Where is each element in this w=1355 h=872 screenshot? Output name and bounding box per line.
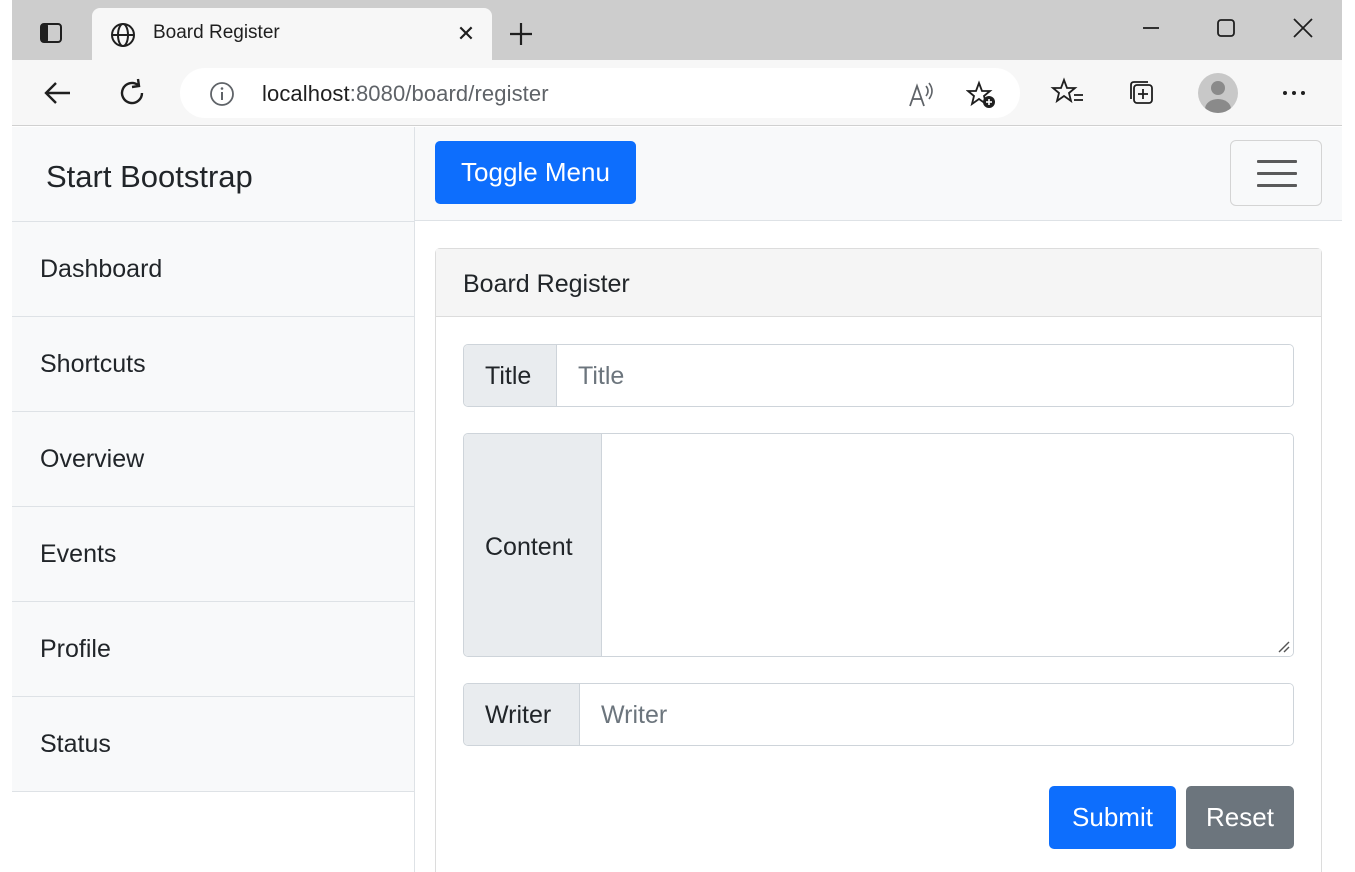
board-register-card: Board Register Title Title Content Write… bbox=[435, 248, 1322, 872]
sidebar-item-status[interactable]: Status bbox=[12, 697, 414, 792]
submit-button[interactable]: Submit bbox=[1049, 786, 1176, 849]
tab-title: Board Register bbox=[153, 22, 280, 43]
reload-icon[interactable] bbox=[114, 75, 150, 111]
tab-bar: Board Register ✕ bbox=[12, 0, 1342, 64]
sidebar-item-shortcuts[interactable]: Shortcuts bbox=[12, 317, 414, 412]
top-navbar: Toggle Menu bbox=[415, 127, 1342, 221]
sidebar-heading: Start Bootstrap bbox=[12, 127, 414, 222]
title-input-group: Title Title bbox=[463, 344, 1294, 407]
browser-tab[interactable]: Board Register ✕ bbox=[92, 8, 492, 64]
content-textarea[interactable] bbox=[602, 434, 1293, 656]
maximize-icon[interactable] bbox=[1212, 14, 1240, 42]
collections-icon[interactable] bbox=[1124, 75, 1160, 111]
page: Start Bootstrap Dashboard Shortcuts Over… bbox=[12, 127, 1342, 872]
card-header: Board Register bbox=[436, 249, 1321, 317]
tab-actions-icon[interactable] bbox=[38, 20, 64, 46]
url-text: localhost:8080/board/register bbox=[262, 81, 549, 106]
main-content: Toggle Menu Board Register Title Title C… bbox=[415, 127, 1342, 872]
add-favorite-icon[interactable] bbox=[965, 80, 998, 110]
new-tab-icon[interactable] bbox=[507, 20, 535, 48]
favorites-icon[interactable] bbox=[1050, 75, 1086, 111]
reset-button[interactable]: Reset bbox=[1186, 786, 1294, 849]
site-info-icon[interactable] bbox=[208, 80, 236, 108]
writer-label: Writer bbox=[464, 684, 580, 745]
minimize-icon[interactable] bbox=[1137, 14, 1165, 42]
close-tab-icon[interactable]: ✕ bbox=[454, 22, 478, 46]
toggle-menu-button[interactable]: Toggle Menu bbox=[435, 141, 636, 204]
content-input-group: Content bbox=[463, 433, 1294, 657]
read-aloud-icon[interactable] bbox=[906, 80, 936, 110]
navbar-toggler-icon[interactable] bbox=[1230, 140, 1322, 206]
back-icon[interactable] bbox=[40, 75, 76, 111]
address-bar[interactable]: localhost:8080/board/register bbox=[180, 68, 1020, 118]
writer-input[interactable]: Writer bbox=[580, 684, 1293, 745]
close-window-icon[interactable] bbox=[1289, 14, 1317, 42]
title-label: Title bbox=[464, 345, 557, 406]
resize-handle-icon[interactable] bbox=[1276, 639, 1290, 653]
content-label: Content bbox=[464, 434, 602, 656]
sidebar: Start Bootstrap Dashboard Shortcuts Over… bbox=[12, 127, 415, 872]
sidebar-item-events[interactable]: Events bbox=[12, 507, 414, 602]
browser-window: Board Register ✕ localhost:8080/board/re… bbox=[12, 0, 1342, 872]
more-options-icon[interactable] bbox=[1276, 75, 1312, 111]
browser-toolbar: localhost:8080/board/register bbox=[12, 60, 1342, 126]
sidebar-item-overview[interactable]: Overview bbox=[12, 412, 414, 507]
title-input[interactable]: Title bbox=[557, 345, 1293, 406]
globe-icon bbox=[110, 22, 136, 48]
sidebar-item-dashboard[interactable]: Dashboard bbox=[12, 222, 414, 317]
writer-input-group: Writer Writer bbox=[463, 683, 1294, 746]
profile-avatar-icon[interactable] bbox=[1198, 73, 1238, 113]
sidebar-item-profile[interactable]: Profile bbox=[12, 602, 414, 697]
